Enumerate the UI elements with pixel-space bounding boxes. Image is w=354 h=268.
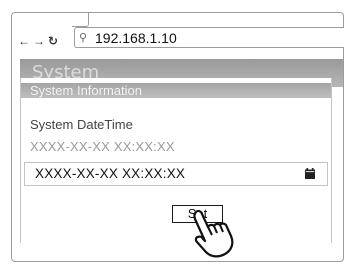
forward-arrow-icon[interactable]: → xyxy=(33,34,45,48)
screenshot-stage: ← → ↻ ⚲ 192.168.1.10 System System Informa… xyxy=(0,0,354,268)
system-datetime-label: System DateTime xyxy=(30,117,133,132)
back-arrow-icon[interactable]: ← xyxy=(18,34,30,48)
system-panel: System Information System DateTime XXXX-… xyxy=(20,78,332,243)
calendar-icon[interactable] xyxy=(305,168,315,179)
datetime-input[interactable]: XXXX-XX-XX XX:XX:XX xyxy=(24,162,328,186)
current-datetime-value: XXXX-XX-XX XX:XX:XX xyxy=(30,139,175,154)
search-icon: ⚲ xyxy=(79,32,88,44)
system-information-label: System Information xyxy=(30,83,142,98)
browser-nav: ← → ↻ xyxy=(18,34,61,48)
pointing-hand-icon xyxy=(193,209,234,258)
datetime-input-value[interactable]: XXXX-XX-XX XX:XX:XX xyxy=(35,166,185,181)
reload-icon[interactable]: ↻ xyxy=(48,34,58,48)
address-url[interactable]: 192.168.1.10 xyxy=(95,30,177,46)
system-information-bar: System Information xyxy=(21,83,331,98)
browser-tab[interactable] xyxy=(72,13,89,27)
address-bar[interactable]: ⚲ 192.168.1.10 xyxy=(74,27,344,48)
